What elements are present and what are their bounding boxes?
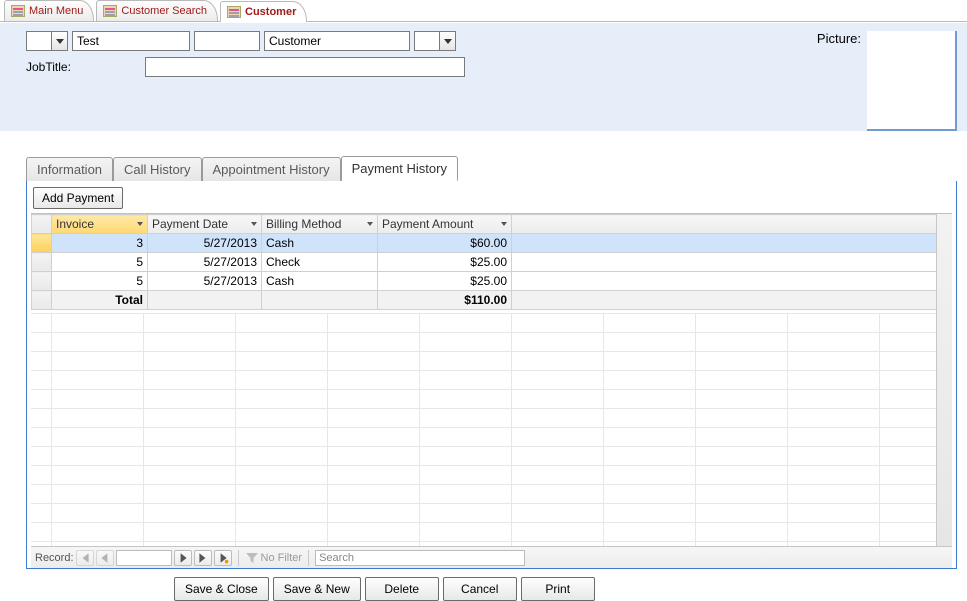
grid-header-row: Invoice Payment Date Billing Method Paym… <box>32 215 952 234</box>
search-box[interactable]: Search <box>315 550 525 566</box>
cell-spacer <box>512 272 952 291</box>
cell-amount[interactable]: $25.00 <box>378 253 512 272</box>
doc-tab-customer[interactable]: Customer <box>220 1 307 22</box>
form-icon <box>103 5 117 17</box>
nav-prev-button[interactable] <box>96 550 114 566</box>
row-selector[interactable] <box>32 234 52 253</box>
table-row[interactable]: 3 5/27/2013 Cash $60.00 <box>32 234 952 253</box>
col-payment-date[interactable]: Payment Date <box>148 215 262 234</box>
picture-label: Picture: <box>817 31 861 46</box>
tab-information[interactable]: Information <box>26 157 113 181</box>
chevron-down-icon <box>501 222 507 226</box>
vertical-scrollbar[interactable] <box>936 214 952 546</box>
table-row[interactable]: 5 5/27/2013 Check $25.00 <box>32 253 952 272</box>
record-navigator: Record: No Filter Search <box>31 546 952 568</box>
col-label: Invoice <box>56 217 94 231</box>
cell-method[interactable]: Cash <box>262 272 378 291</box>
picture-box[interactable] <box>867 31 957 131</box>
doc-tab-label: Customer Search <box>121 5 207 17</box>
record-label: Record: <box>35 552 74 564</box>
chevron-down-icon <box>251 222 257 226</box>
col-label: Billing Method <box>266 217 341 231</box>
last-name-input[interactable] <box>264 31 410 51</box>
col-payment-amount[interactable]: Payment Amount <box>378 215 512 234</box>
cell-method[interactable]: Cash <box>262 234 378 253</box>
search-placeholder: Search <box>319 552 354 564</box>
prefix-input[interactable] <box>27 32 51 50</box>
form-icon <box>227 6 241 18</box>
doc-tab-label: Customer <box>245 6 296 18</box>
payment-history-panel: Add Payment Invoice Payment Date Billing… <box>26 181 957 569</box>
first-name-input[interactable] <box>72 31 190 51</box>
row-selector[interactable] <box>32 272 52 291</box>
save-new-button[interactable]: Save & New <box>273 577 361 601</box>
total-label: Total <box>52 291 148 310</box>
jobtitle-label: JobTitle: <box>26 60 71 74</box>
cell-spacer <box>512 234 952 253</box>
dropdown-icon[interactable] <box>439 32 455 50</box>
col-invoice[interactable]: Invoice <box>52 215 148 234</box>
cell-spacer <box>512 253 952 272</box>
select-all-corner[interactable] <box>32 215 52 234</box>
filter-icon <box>245 551 259 565</box>
jobtitle-input[interactable] <box>145 57 465 77</box>
cell-invoice[interactable]: 5 <box>52 272 148 291</box>
no-filter-label: No Filter <box>261 552 303 564</box>
cell-invoice[interactable]: 5 <box>52 253 148 272</box>
cell-date[interactable]: 5/27/2013 <box>148 272 262 291</box>
form-icon <box>11 5 25 17</box>
middle-name-input[interactable] <box>194 31 260 51</box>
subtab-bar: Information Call History Appointment His… <box>26 157 957 181</box>
col-spacer <box>512 215 952 234</box>
cell-date[interactable]: 5/27/2013 <box>148 253 262 272</box>
tab-appointment-history[interactable]: Appointment History <box>202 157 341 181</box>
cell-amount[interactable]: $25.00 <box>378 272 512 291</box>
doc-tab-customer-search[interactable]: Customer Search <box>96 0 218 21</box>
nav-new-button[interactable] <box>214 550 232 566</box>
delete-button[interactable]: Delete <box>365 577 439 601</box>
tab-payment-history[interactable]: Payment History <box>341 156 458 181</box>
record-number-box[interactable] <box>116 550 172 566</box>
add-payment-button[interactable]: Add Payment <box>33 187 123 209</box>
grid-empty-area <box>31 313 952 546</box>
total-row: Total $110.00 <box>32 291 952 310</box>
doc-tab-label: Main Menu <box>29 5 83 17</box>
tab-call-history[interactable]: Call History <box>113 157 201 181</box>
col-label: Payment Date <box>152 217 228 231</box>
nav-first-button[interactable] <box>76 550 94 566</box>
row-selector[interactable] <box>32 253 52 272</box>
cancel-button[interactable]: Cancel <box>443 577 517 601</box>
col-billing-method[interactable]: Billing Method <box>262 215 378 234</box>
bottom-button-bar: Save & Close Save & New Delete Cancel Pr… <box>0 569 967 601</box>
cell-amount[interactable]: $60.00 <box>378 234 512 253</box>
prefix-combo[interactable] <box>26 31 68 51</box>
doc-tab-main-menu[interactable]: Main Menu <box>4 0 94 21</box>
cell-date[interactable]: 5/27/2013 <box>148 234 262 253</box>
nav-last-button[interactable] <box>194 550 212 566</box>
chevron-down-icon <box>137 222 143 226</box>
total-amount: $110.00 <box>378 291 512 310</box>
suffix-combo[interactable] <box>414 31 456 51</box>
row-selector <box>32 291 52 310</box>
chevron-down-icon <box>367 222 373 226</box>
print-button[interactable]: Print <box>521 577 595 601</box>
cell-invoice[interactable]: 3 <box>52 234 148 253</box>
cell-method[interactable]: Check <box>262 253 378 272</box>
document-tab-bar: Main Menu Customer Search Customer <box>0 0 967 22</box>
col-label: Payment Amount <box>382 217 473 231</box>
customer-header-form: JobTitle: Picture: <box>0 22 967 131</box>
dropdown-icon[interactable] <box>51 32 67 50</box>
table-row[interactable]: 5 5/27/2013 Cash $25.00 <box>32 272 952 291</box>
save-close-button[interactable]: Save & Close <box>174 577 269 601</box>
nav-next-button[interactable] <box>174 550 192 566</box>
suffix-input[interactable] <box>415 32 439 50</box>
payments-grid: Invoice Payment Date Billing Method Paym… <box>31 213 952 546</box>
